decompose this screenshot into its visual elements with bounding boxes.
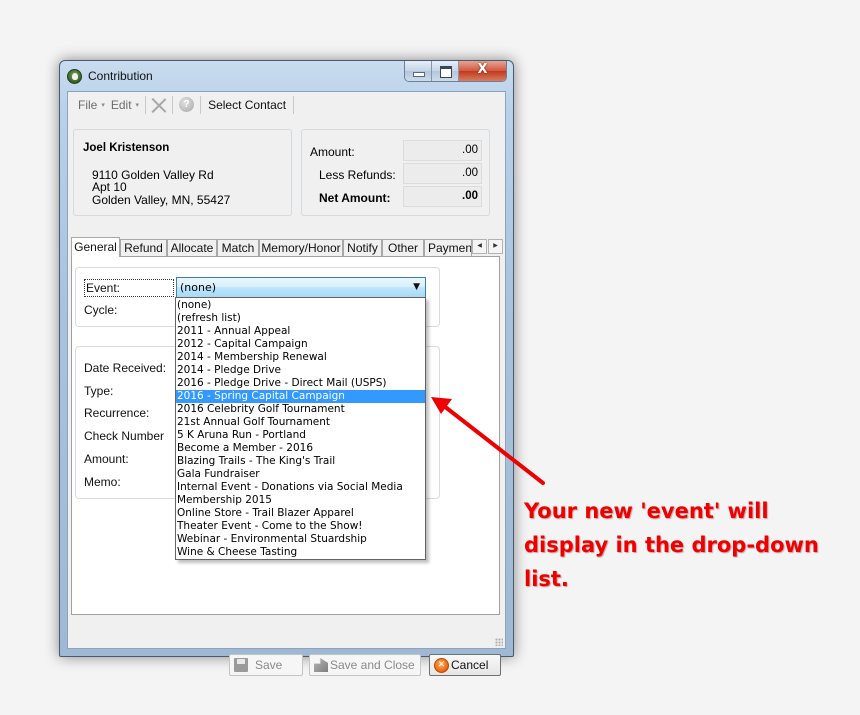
amount-value: .00 [403, 140, 482, 161]
resize-grip[interactable] [495, 638, 503, 646]
edit-menu-label: Edit [110, 97, 132, 112]
minimize-button[interactable] [405, 61, 432, 81]
cancel-icon: ✕ [434, 658, 449, 673]
less-refunds-value: .00 [403, 163, 482, 184]
annotation-text: Your new 'event' will display in the dro… [524, 499, 819, 591]
dropdown-option[interactable]: 2012 - Capital Campaign [176, 338, 425, 351]
totals-panel: Amount: .00 Less Refunds: .00 Net Amount… [301, 129, 490, 216]
edit-menu[interactable]: Edit ▾ [108, 95, 142, 115]
address-line-2: Apt 10 [92, 180, 127, 194]
address-line-3: Golden Valley, MN, 55427 [92, 193, 231, 207]
cancel-button[interactable]: ✕ Cancel [429, 654, 501, 676]
help-icon[interactable]: ? [179, 97, 195, 112]
contact-name: Joel Kristenson [83, 142, 170, 154]
toolbar-separator [200, 95, 202, 114]
amount-label: Amount: [310, 145, 355, 159]
dropdown-option[interactable]: 2016 - Pledge Drive - Direct Mail (USPS) [176, 377, 425, 390]
dropdown-option[interactable]: Become a Member - 2016 [176, 442, 425, 455]
toolbar-separator [172, 95, 174, 114]
chevron-down-icon: ▾ [135, 101, 140, 109]
dropdown-option[interactable]: (none) [176, 299, 425, 312]
event-label: Event: [84, 279, 174, 297]
type-label: Type: [84, 384, 114, 398]
dropdown-option[interactable]: Wine & Cheese Tasting [176, 546, 425, 559]
tab-allocate[interactable]: Allocate [167, 239, 217, 257]
dropdown-option[interactable]: 2016 Celebrity Golf Tournament [176, 403, 425, 416]
amount-field-label: Amount: [84, 452, 129, 466]
app-logo-icon [67, 69, 82, 84]
close-button[interactable]: X [459, 61, 506, 81]
save-close-icon [314, 658, 328, 672]
caption-buttons: X [404, 61, 507, 82]
dropdown-option[interactable]: 2011 - Annual Appeal [176, 325, 425, 338]
save-button[interactable]: Save [229, 654, 303, 676]
window-title: Contribution [88, 69, 153, 83]
dropdown-option[interactable]: Webinar - Environmental Stuardship [176, 533, 425, 546]
contact-panel: Joel Kristenson 9110 Golden Valley Rd Ap… [73, 129, 292, 216]
tab-refund[interactable]: Refund [120, 239, 167, 257]
date-received-label: Date Received: [84, 361, 167, 375]
tab-general[interactable]: General [71, 237, 120, 257]
net-amount-value: .00 [403, 186, 482, 207]
tab-payment[interactable]: Payment [424, 239, 472, 257]
maximize-button[interactable] [432, 61, 459, 81]
cycle-label: Cycle: [84, 303, 118, 317]
event-dropdown-list: (none) (refresh list) 2011 - Annual Appeal… [175, 297, 426, 560]
event-select[interactable]: (none) ▼ [176, 277, 426, 298]
dropdown-option[interactable]: Internal Event - Donations via Social Me… [176, 481, 425, 494]
dropdown-option[interactable]: Membership 2015 [176, 494, 425, 507]
less-refunds-label: Less Refunds: [319, 168, 396, 182]
memo-label: Memo: [84, 475, 121, 489]
save-and-close-button[interactable]: Save and Close [309, 654, 421, 676]
select-contact-button[interactable]: Select Contact [204, 95, 290, 115]
title-bar[interactable]: Contribution X [60, 61, 513, 91]
dropdown-arrow-icon[interactable]: ▼ [413, 278, 420, 297]
toolbar-separator [145, 95, 147, 114]
file-menu[interactable]: File ▾ [75, 95, 108, 115]
close-icon: X [477, 62, 488, 77]
delete-icon[interactable] [149, 95, 169, 115]
tab-match[interactable]: Match [217, 239, 259, 257]
tab-strip: General Refund Allocate Match Memory/Hon… [71, 237, 503, 257]
dropdown-option[interactable]: Gala Fundraiser [176, 468, 425, 481]
check-number-label: Check Number [84, 429, 165, 443]
dropdown-option[interactable]: Online Store - Trail Blazer Apparel [176, 507, 425, 520]
cancel-button-label: Cancel [451, 658, 489, 672]
event-select-value: (none) [180, 281, 217, 294]
dropdown-option[interactable]: 2014 - Pledge Drive [176, 364, 425, 377]
dropdown-option[interactable]: 21st Annual Golf Tournament [176, 416, 425, 429]
dropdown-option[interactable]: Blazing Trails - The King's Trail [176, 455, 425, 468]
dropdown-option-selected[interactable]: 2016 - Spring Capital Campaign [176, 390, 425, 403]
floppy-disk-icon [234, 658, 248, 672]
tab-other[interactable]: Other [382, 239, 424, 257]
toolbar-separator [293, 95, 295, 114]
save-button-label: Save [255, 658, 283, 672]
net-amount-label: Net Amount: [319, 191, 391, 205]
chevron-down-icon: ▾ [101, 101, 105, 109]
save-and-close-label: Save and Close [330, 658, 415, 672]
file-menu-label: File [78, 97, 98, 112]
dropdown-option[interactable]: 2014 - Membership Renewal [176, 351, 425, 364]
recurrence-label: Recurrence: [84, 406, 150, 420]
tab-scroll-left-icon[interactable]: ◀ [472, 239, 487, 254]
dropdown-option[interactable]: 5 K Aruna Run - Portland [176, 429, 425, 442]
tab-memory-honor[interactable]: Memory/Honor [259, 239, 343, 257]
tab-notify[interactable]: Notify [343, 239, 382, 257]
toolbar: File ▾ Edit ▾ ? Select Contact [68, 92, 505, 117]
tab-scroll-right-icon[interactable]: ▶ [488, 239, 503, 254]
dropdown-option[interactable]: Theater Event - Come to the Show! [176, 520, 425, 533]
dropdown-option[interactable]: (refresh list) [176, 312, 425, 325]
